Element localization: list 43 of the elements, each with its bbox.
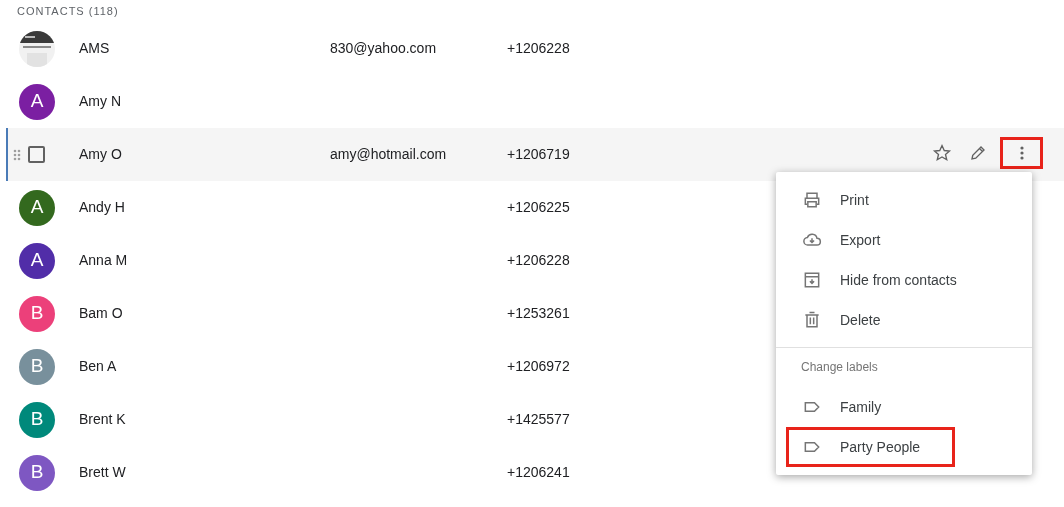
contact-name: Amy O	[79, 146, 122, 162]
contact-name: Andy H	[79, 199, 125, 215]
contacts-heading: CONTACTS (118)	[17, 3, 119, 19]
contact-phone: +1206225	[507, 199, 570, 215]
archive-icon	[802, 270, 822, 290]
avatar: B	[19, 348, 55, 385]
contact-name: Amy N	[79, 93, 121, 109]
contact-phone: +1206228	[507, 252, 570, 268]
contact-phone: +1206719	[507, 146, 570, 162]
contact-name: Anna M	[79, 252, 128, 268]
avatar: A	[19, 242, 55, 279]
menu-item[interactable]: Family	[786, 387, 1022, 427]
menu-item[interactable]: Export	[786, 220, 1022, 260]
contact-email: amy@hotmail.com	[330, 146, 447, 162]
printer-icon	[802, 190, 822, 210]
avatar: B	[19, 295, 55, 332]
star-icon	[932, 143, 952, 163]
menu-item[interactable]: Print	[786, 180, 1022, 220]
menu-item[interactable]: Hide from contacts	[786, 260, 1022, 300]
menu-section-label: Change labels	[801, 359, 878, 376]
checkbox[interactable]	[28, 146, 45, 163]
menu-item[interactable]: Party People	[786, 427, 955, 467]
contact-name: Brent K	[79, 411, 126, 427]
contact-phone: +1425577	[507, 411, 570, 427]
contact-email: 830@yahoo.com	[330, 40, 437, 56]
drag-handle-icon[interactable]	[13, 148, 21, 161]
pencil-icon	[969, 144, 987, 162]
contact-phone: +1206972	[507, 358, 570, 374]
avatar: B	[19, 401, 55, 438]
avatar: B	[19, 454, 55, 491]
menu-item[interactable]: Delete	[786, 300, 1022, 340]
contact-name: Brett W	[79, 464, 126, 480]
contact-phone: +1206228	[507, 40, 570, 56]
contact-name: Bam O	[79, 305, 123, 321]
avatar: A	[19, 83, 55, 120]
avatar: A	[19, 189, 55, 226]
contact-phone: +1253261	[507, 305, 570, 321]
more-vert-icon	[1019, 146, 1024, 160]
more-options-button[interactable]	[1000, 137, 1043, 169]
trash-icon	[802, 310, 822, 330]
contact-name: Ben A	[79, 358, 117, 374]
contact-phone: +1206241	[507, 464, 570, 480]
contact-name: AMS	[79, 40, 110, 56]
